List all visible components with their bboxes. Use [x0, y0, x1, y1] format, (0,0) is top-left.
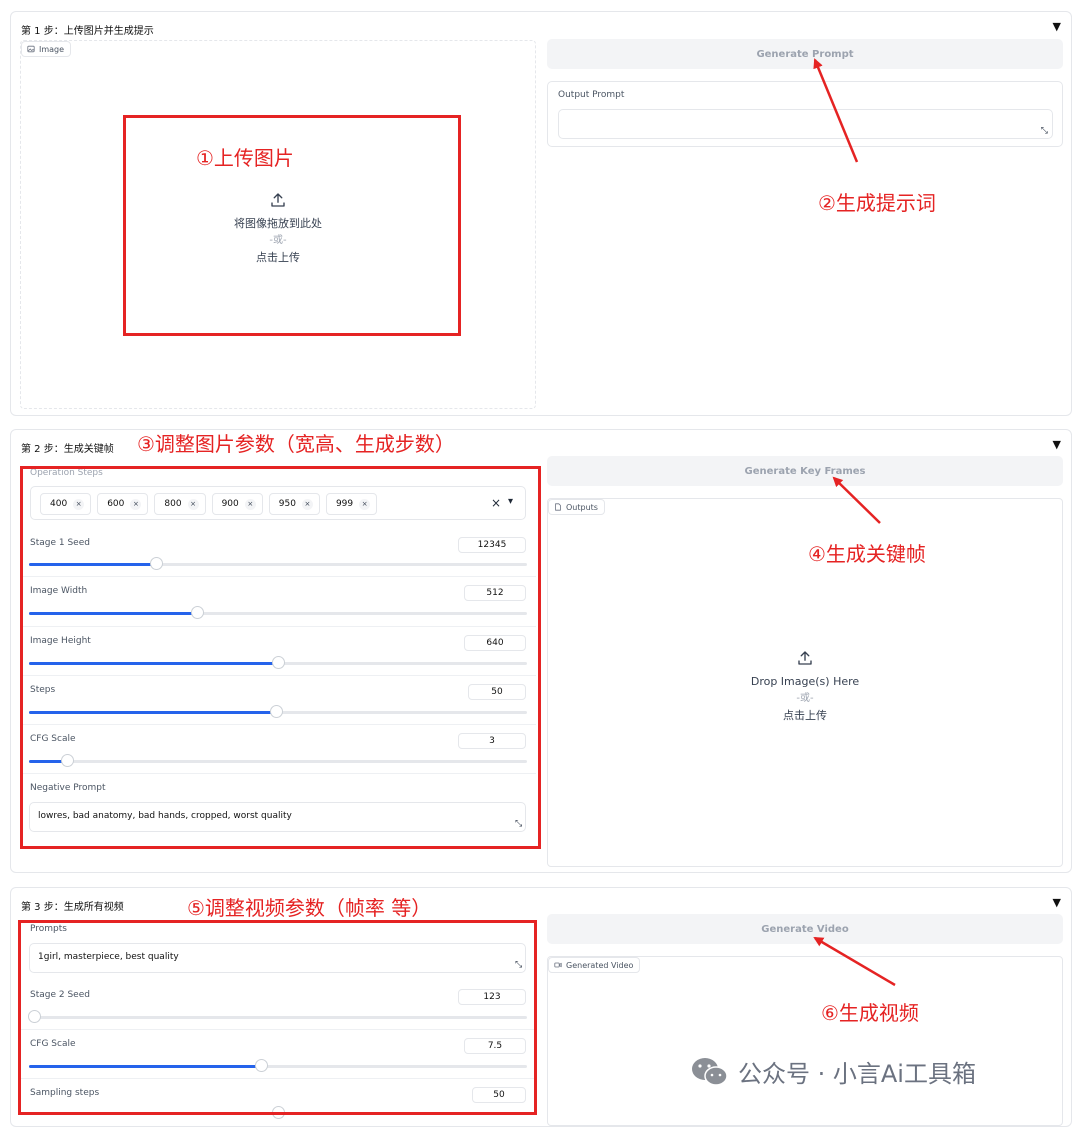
image-label-text: Image [39, 44, 65, 54]
collapse-icon[interactable]: ▼ [1053, 20, 1061, 33]
annotation-box-image-params [20, 466, 541, 849]
step1-title: 第 1 步：上传图片并生成提示 [21, 26, 154, 37]
output-prompt-card: Output Prompt ⤡ [547, 81, 1063, 147]
drop-or-text: -或- [796, 693, 814, 704]
outputs-block-label: Outputs [548, 499, 605, 515]
annotation-generate-video: ⑥生成视频 [821, 1001, 919, 1025]
generate-prompt-button[interactable]: Generate Prompt [547, 39, 1063, 69]
outputs-drop-prompt: Drop Image(s) Here -或- 点击上传 [548, 649, 1062, 724]
annotation-box-video-params [18, 920, 537, 1115]
output-prompt-textarea[interactable] [558, 109, 1053, 139]
drop-images-text: Drop Image(s) Here [750, 675, 860, 688]
gallery-icon [555, 503, 561, 511]
step3-title: 第 3 步：生成所有视频 [21, 902, 124, 913]
annotation-upload-image: ①上传图片 [196, 146, 294, 170]
generate-key-frames-button[interactable]: Generate Key Frames [547, 456, 1063, 486]
annotation-generate-key-frames: ④生成关键帧 [808, 542, 926, 566]
drop-click-text[interactable]: 点击上传 [548, 707, 1062, 724]
image-icon [27, 45, 35, 53]
outputs-gallery[interactable]: Drop Image(s) Here -或- 点击上传 [547, 498, 1063, 867]
watermark: 公众号 · 小言Ai工具箱 [690, 1054, 976, 1089]
outputs-label-text: Outputs [566, 502, 598, 512]
generated-video-label-text: Generated Video [566, 960, 634, 970]
generate-video-button[interactable]: Generate Video [547, 914, 1063, 944]
generated-video-block-label: Generated Video [548, 957, 641, 973]
annotation-generate-prompt: ②生成提示词 [818, 191, 936, 215]
output-prompt-label: Output Prompt [558, 90, 625, 100]
annotation-image-params: ③调整图片参数（宽高、生成步数） [137, 432, 455, 456]
watermark-text: 公众号 · 小言Ai工具箱 [738, 1060, 976, 1088]
upload-icon [798, 651, 812, 665]
generated-video-area [547, 956, 1063, 1126]
collapse-icon[interactable]: ▼ [1053, 438, 1061, 451]
annotation-video-params: ⑤调整视频参数（帧率 等） [187, 896, 432, 920]
resize-handle-icon[interactable]: ⤡ [1041, 126, 1048, 136]
image-block-label: Image [21, 41, 72, 57]
video-icon [554, 962, 562, 968]
step2-title: 第 2 步：生成关键帧 [21, 444, 114, 455]
collapse-icon[interactable]: ▼ [1053, 896, 1061, 909]
wechat-icon [692, 1057, 728, 1086]
